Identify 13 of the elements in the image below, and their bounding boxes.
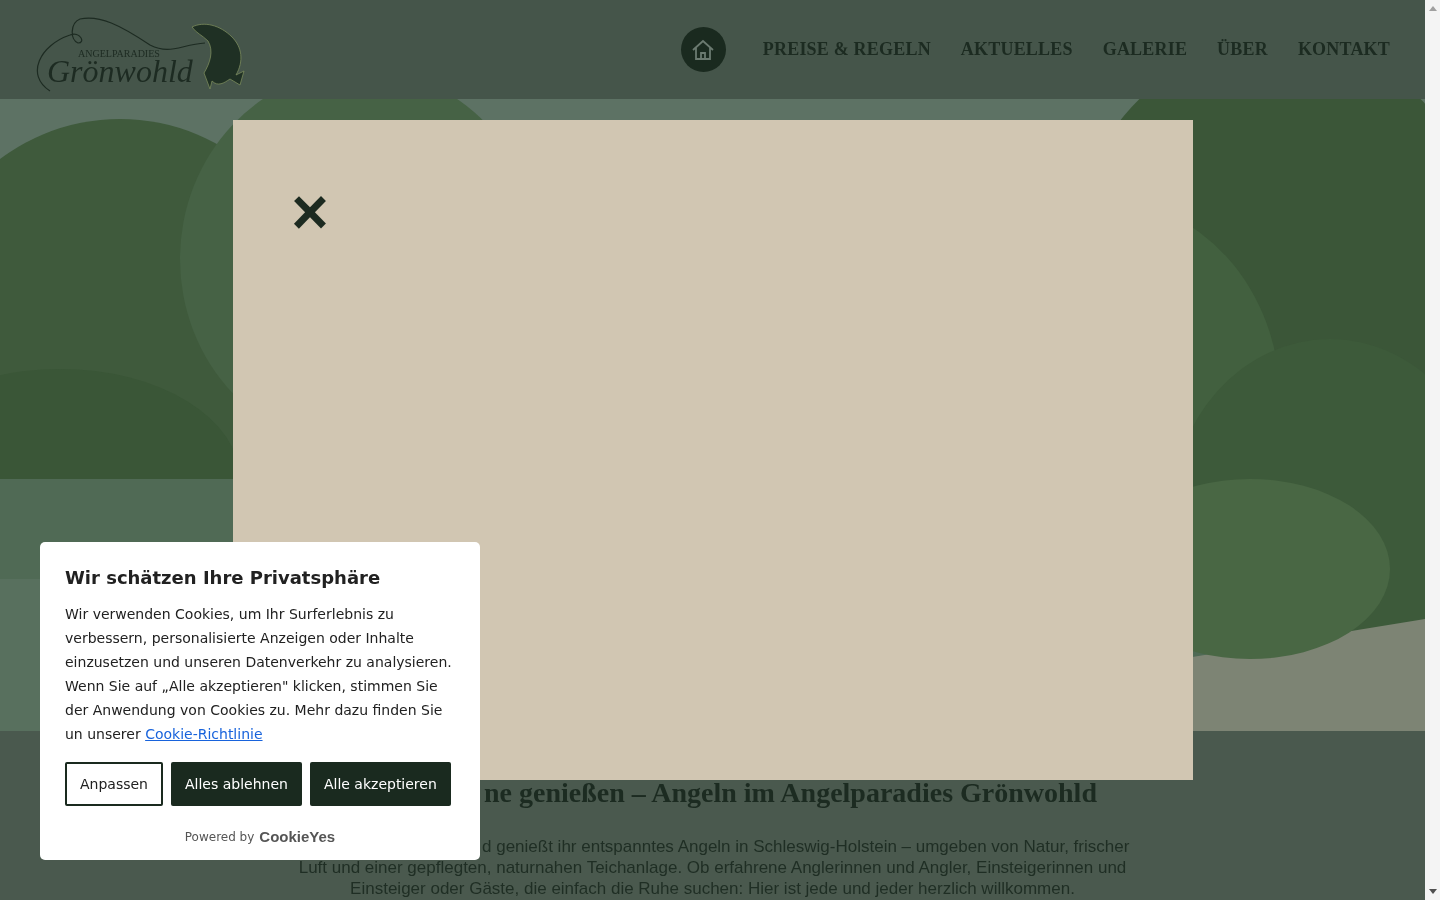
consent-button[interactable]: Alle akzeptieren [309, 762, 451, 806]
cookie-text: Wir verwenden Cookies, um Ihr Surferlebnis zu verbessern, personalisierte Anzeigen oder Inhalte einzusetzen und unseren Datenverkehr zu analysieren. Wenn Sie auf „Alle akzeptieren" klicken, stimmen Sie der Anwendung von Cookies zu. Mehr dazu finden Sie un unserer Cookie-Richtlinie [65, 605, 453, 744]
home-button[interactable] [680, 27, 726, 72]
cookieyes-logo: CookieYes [259, 827, 336, 847]
powered-by-text: Powered by [184, 829, 255, 847]
home-icon [691, 38, 716, 61]
scroll-up-icon[interactable] [1428, 6, 1437, 11]
cookie-policy-link[interactable]: Cookie-Richtlinie [145, 726, 263, 742]
consent-button[interactable]: Alles ablehnen [171, 762, 302, 806]
scroll-down-icon[interactable] [1428, 889, 1437, 894]
close-button[interactable]: × [288, 183, 332, 241]
customize-button[interactable]: Anpassen [65, 762, 163, 806]
cookie-title: Wir schätzen Ihre Privatsphäre [65, 566, 382, 590]
